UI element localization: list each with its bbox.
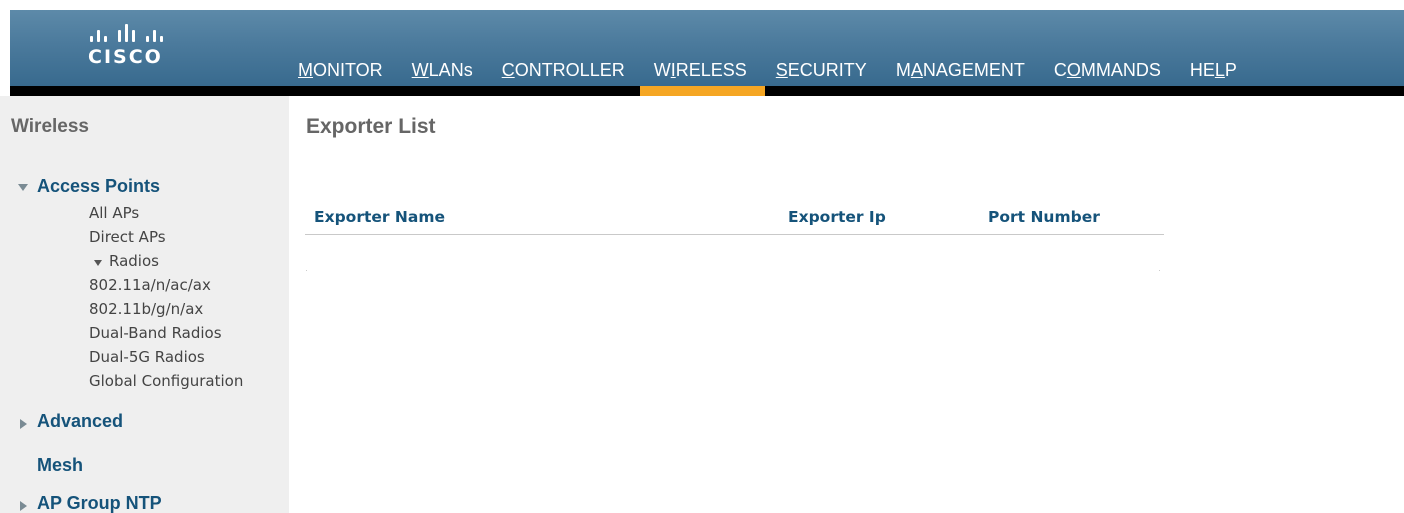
sidebar-item-radio-24ghz[interactable]: 802.11b/g/n/ax bbox=[89, 300, 203, 318]
collapsed-arrow-icon[interactable] bbox=[20, 419, 27, 429]
sidebar-section-access-points[interactable]: Access Points bbox=[37, 176, 160, 197]
sidebar-section-advanced[interactable]: Advanced bbox=[37, 411, 123, 432]
sidebar-item-dual-5g-radios[interactable]: Dual-5G Radios bbox=[89, 348, 205, 366]
sidebar-item-all-aps[interactable]: All APs bbox=[89, 204, 139, 222]
expanded-small-arrow-icon[interactable] bbox=[94, 260, 102, 266]
sidebar-item-radios[interactable]: Radios bbox=[109, 252, 159, 270]
nav-commands[interactable]: COMMANDS bbox=[1054, 56, 1161, 86]
page-title: Exporter List bbox=[306, 115, 436, 138]
nav-monitor[interactable]: MONITOR bbox=[298, 56, 383, 86]
cisco-wordmark: CISCO bbox=[88, 46, 163, 68]
column-header-exporter-name[interactable]: Exporter Name bbox=[314, 208, 445, 226]
sidebar-item-dual-band-radios[interactable]: Dual-Band Radios bbox=[89, 324, 222, 342]
main-nav: MONITOR WLANs CONTROLLER WIRELESS SECURI… bbox=[298, 56, 1266, 96]
cisco-bridge-icon bbox=[90, 20, 163, 42]
sidebar-item-global-configuration[interactable]: Global Configuration bbox=[89, 372, 243, 390]
nav-wireless[interactable]: WIRELESS bbox=[639, 56, 765, 96]
nav-help[interactable]: HELP bbox=[1190, 56, 1237, 86]
nav-controller[interactable]: CONTROLLER bbox=[502, 56, 625, 86]
table-corner-dot bbox=[306, 270, 307, 271]
nav-security[interactable]: SECURITY bbox=[776, 56, 867, 86]
sidebar-section-mesh[interactable]: Mesh bbox=[37, 455, 83, 476]
nav-management[interactable]: MANAGEMENT bbox=[896, 56, 1025, 86]
sidebar-item-direct-aps[interactable]: Direct APs bbox=[89, 228, 166, 246]
expanded-arrow-icon[interactable] bbox=[18, 184, 28, 191]
column-header-port-number[interactable]: Port Number bbox=[988, 208, 1100, 226]
collapsed-arrow-icon[interactable] bbox=[20, 501, 27, 511]
column-header-exporter-ip[interactable]: Exporter Ip bbox=[788, 208, 886, 226]
sidebar-section-ap-group-ntp[interactable]: AP Group NTP bbox=[37, 493, 162, 513]
sidebar: Wireless Access Points All APs Direct AP… bbox=[0, 96, 289, 513]
nav-wlans[interactable]: WLANs bbox=[412, 56, 473, 86]
table-header-rule bbox=[305, 234, 1164, 235]
cisco-logo: CISCO bbox=[88, 20, 163, 68]
table-corner-dot bbox=[1159, 270, 1160, 271]
sidebar-item-radio-5ghz[interactable]: 802.11a/n/ac/ax bbox=[89, 276, 211, 294]
sidebar-title: Wireless bbox=[11, 116, 89, 137]
